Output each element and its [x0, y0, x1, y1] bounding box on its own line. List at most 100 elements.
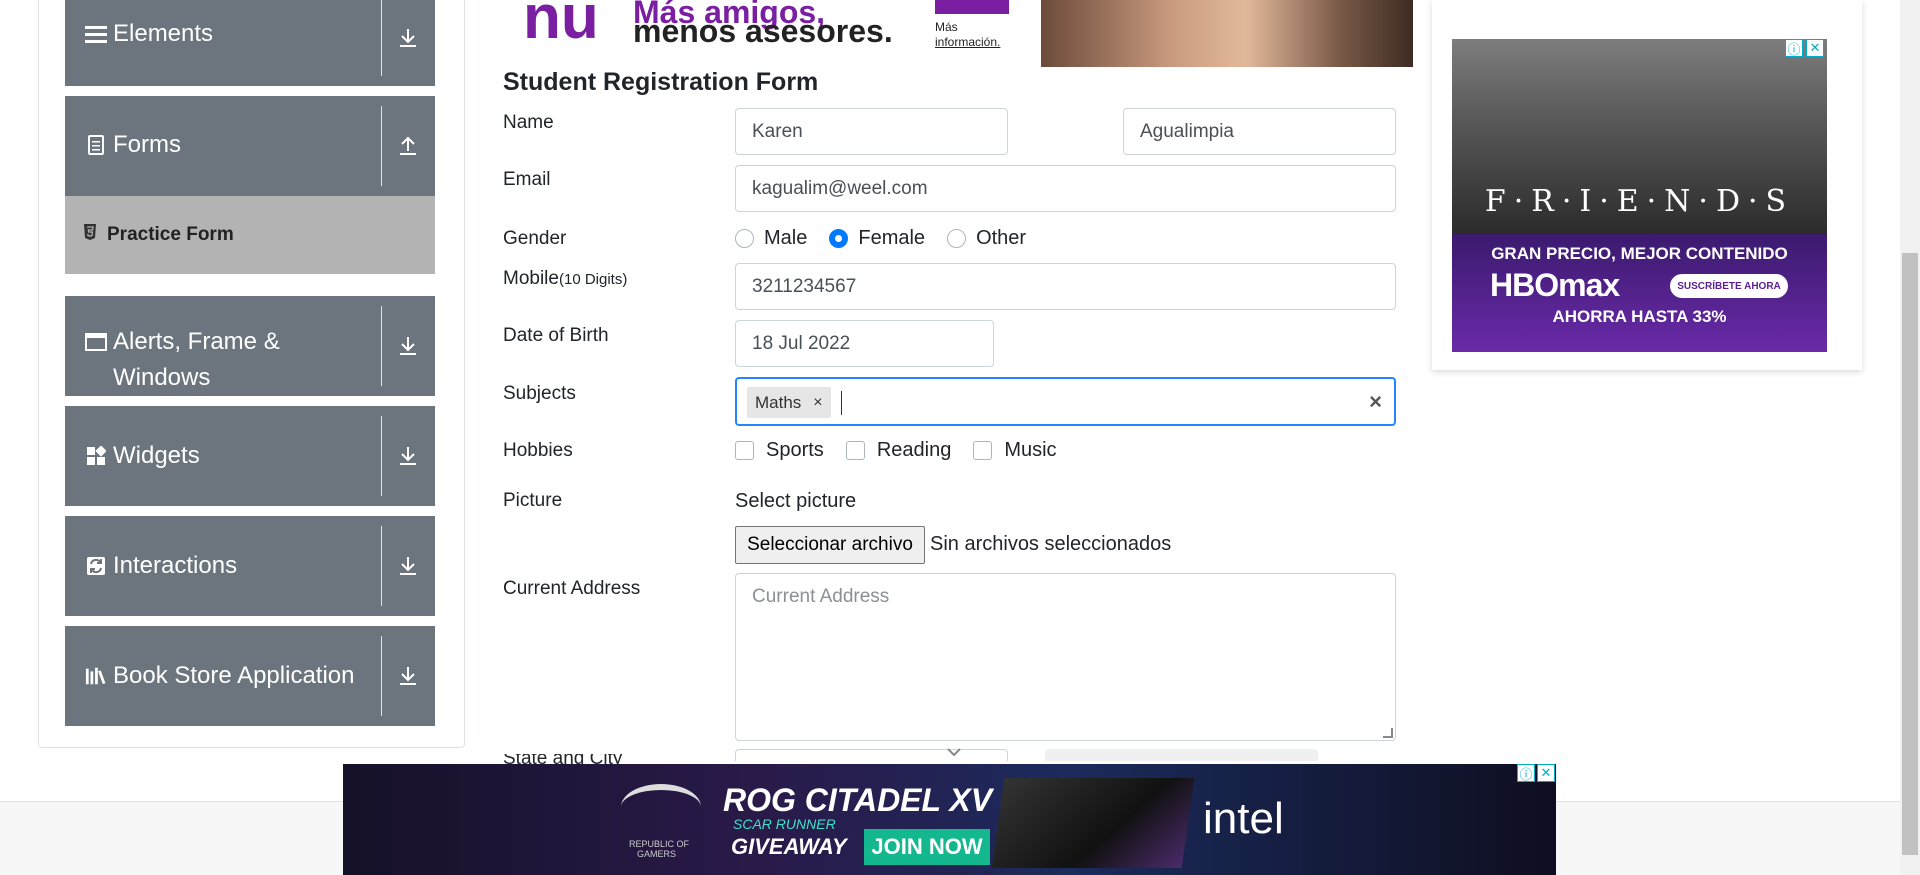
ad-info-icon[interactable]: ⓘ [1517, 764, 1535, 782]
ad-tagline: GRAN PRECIO, MEJOR CONTENIDO [1491, 244, 1788, 263]
ad-close-icon[interactable]: ✕ [1806, 39, 1824, 57]
select-picture-label: Select picture [735, 490, 857, 512]
gender-label: Gender [503, 228, 567, 249]
current-address-textarea[interactable]: Current Address [735, 573, 1396, 741]
subjects-input[interactable]: Maths × × [735, 377, 1396, 426]
gender-other-option[interactable]: Other [947, 227, 1026, 250]
checkbox-sports[interactable] [735, 441, 754, 460]
email-input[interactable]: kagualim@weel.com [735, 165, 1396, 212]
gender-male-label[interactable]: Male [764, 227, 807, 250]
sidebar-group-book-store[interactable]: Book Store Application [65, 626, 435, 726]
sidebar-group-label: Interactions [113, 552, 238, 579]
ad-brand: HBOmax [1490, 267, 1620, 303]
ad-line2: menos asesores. [633, 13, 893, 49]
ad-edition: SCAR RUNNER [733, 816, 836, 832]
radio-female[interactable] [829, 229, 849, 248]
right-side-ad[interactable]: F·R·I·E·N·D·S GRAN PRECIO, MEJOR CONTENI… [1452, 39, 1827, 352]
radio-male[interactable] [735, 229, 754, 248]
download-arrow-icon[interactable] [381, 296, 435, 396]
sidebar-item-label: Practice Form [107, 224, 234, 245]
mobile-hint: (10 Digits) [558, 271, 628, 288]
resize-handle[interactable] [1383, 728, 1393, 738]
hobby-reading-option[interactable]: Reading [845, 439, 952, 462]
name-label: Name [503, 112, 554, 133]
ad-savings: AHORRA HASTA 33% [1552, 307, 1727, 326]
ad-giveaway: GIVEAWAY [731, 834, 847, 859]
hobby-sports-option[interactable]: Sports [735, 439, 824, 462]
ad-more-2: información. [935, 35, 1001, 49]
email-label: Email [503, 169, 551, 190]
first-name-input[interactable]: Karen [735, 108, 1008, 155]
sidebar-group-forms[interactable]: Forms [65, 96, 435, 196]
ad-join-now-button[interactable]: JOIN NOW [864, 829, 990, 865]
form-title: Student Registration Form [503, 68, 819, 96]
hobby-reading-label[interactable]: Reading [877, 439, 952, 462]
chevron-down-icon [946, 744, 962, 762]
ad-close-icon[interactable]: ✕ [1537, 764, 1555, 782]
sidebar-item-practice-form[interactable]: Practice Form [65, 196, 435, 274]
state-select[interactable] [735, 748, 1008, 761]
last-name-input[interactable]: Agualimpia [1123, 108, 1396, 155]
file-status-text: Sin archivos seleccionados [930, 533, 1172, 555]
download-arrow-icon[interactable] [381, 516, 435, 616]
file-upload-button[interactable]: Seleccionar archivo [735, 526, 925, 564]
bottom-banner-ad[interactable]: REPUBLIC OF GAMERS ROG CITADEL XV SCAR R… [343, 764, 1556, 875]
ad-logo: nu [523, 0, 599, 52]
rog-logo-icon [621, 784, 701, 830]
sidebar-group-interactions[interactable]: Interactions [65, 516, 435, 616]
sidebar-group-alerts[interactable]: Alerts, Frame & Windows [65, 296, 435, 396]
hobby-music-option[interactable]: Music [973, 439, 1057, 462]
sidebar-group-label: Elements [113, 20, 214, 47]
top-banner-ad[interactable]: nu Más amigos, menos asesores. Más infor… [503, 0, 1413, 67]
gender-male-option[interactable]: Male [735, 227, 807, 250]
menu-icon [85, 23, 107, 45]
group-title: Elements [85, 16, 213, 52]
hobby-sports-label[interactable]: Sports [766, 439, 824, 462]
sidebar-group-widgets[interactable]: Widgets [65, 406, 435, 506]
subjects-label: Subjects [503, 383, 576, 404]
city-select[interactable] [1045, 749, 1318, 761]
gender-female-label[interactable]: Female [858, 227, 925, 250]
ad-product-name: ROG CITADEL XV [723, 782, 993, 818]
gender-other-label[interactable]: Other [976, 227, 1026, 250]
textarea-placeholder: Current Address [752, 586, 890, 607]
upload-arrow-icon[interactable] [381, 96, 435, 196]
gender-female-option[interactable]: Female [829, 227, 925, 250]
ad-more-link[interactable]: Más información. [935, 20, 1000, 50]
current-address-label: Current Address [503, 578, 641, 599]
document-icon [85, 134, 107, 156]
mobile-input[interactable]: 3211234567 [735, 263, 1396, 310]
text-caret [841, 391, 842, 415]
ad-show-title: F·R·I·E·N·D·S [1484, 184, 1795, 219]
ad-photo [1041, 0, 1413, 67]
ad-laptop-image [991, 778, 1195, 868]
subject-tag: Maths × [747, 387, 831, 418]
radio-other[interactable] [947, 229, 967, 248]
window-icon [85, 331, 107, 353]
state-city-label: State and City [503, 754, 703, 764]
scrollbar-thumb[interactable] [1902, 253, 1918, 855]
download-arrow-icon[interactable] [381, 0, 435, 86]
ad-partner-logo: intel [1203, 794, 1284, 843]
ad-subscribe-button[interactable]: SUSCRÍBETE AHORA [1670, 274, 1788, 298]
group-title: Widgets [85, 438, 200, 474]
interactions-icon [85, 555, 107, 577]
gender-radio-group: Male Female Other [735, 227, 1048, 250]
sidebar-group-label-line2: Windows [113, 364, 211, 391]
subject-remove-icon[interactable]: × [809, 394, 830, 412]
download-arrow-icon[interactable] [381, 406, 435, 506]
checkbox-music[interactable] [973, 441, 993, 460]
checkbox-reading[interactable] [845, 441, 865, 460]
ad-more-1: Más [935, 20, 958, 34]
books-icon [85, 665, 107, 687]
picture-label: Picture [503, 490, 563, 511]
ad-info-icon[interactable]: ⓘ [1785, 39, 1803, 57]
download-arrow-icon[interactable] [381, 626, 435, 726]
sidebar-group-label: Widgets [113, 442, 200, 469]
group-title: Interactions [85, 548, 237, 584]
clear-icon[interactable]: × [1369, 389, 1382, 415]
sidebar-group-elements[interactable]: Elements [65, 0, 435, 86]
hobby-music-label[interactable]: Music [1004, 439, 1056, 462]
date-of-birth-input[interactable]: 18 Jul 2022 [735, 320, 994, 367]
dob-label: Date of Birth [503, 325, 609, 346]
